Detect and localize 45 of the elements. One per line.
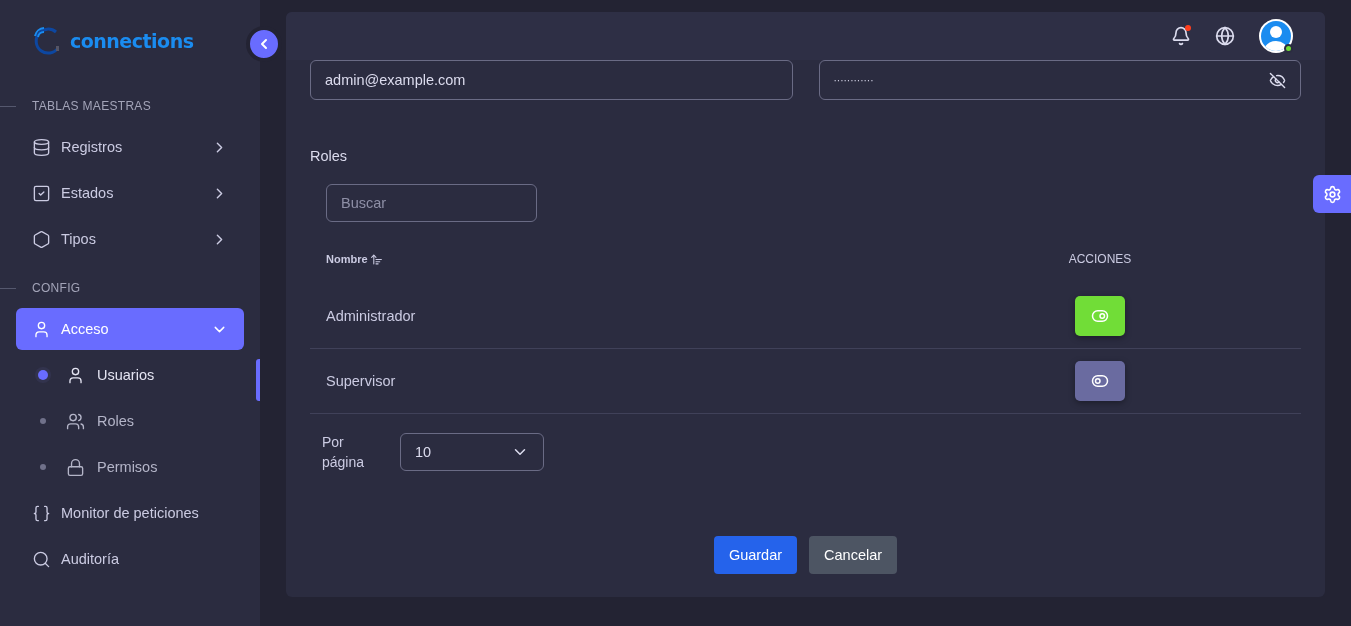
logo-text: connections [70,30,194,52]
section-title: CONFIG [32,281,81,295]
bell-icon[interactable] [1171,26,1191,46]
menu-item[interactable]: Auditoría [16,538,244,580]
section-title: TABLAS MAESTRAS [32,99,151,113]
per-page-select[interactable]: 10 [400,433,544,471]
user-icon [32,319,51,339]
submenu-item[interactable]: Permisos [16,446,244,488]
globe-icon[interactable] [1215,26,1235,46]
eye-off-icon[interactable] [1269,71,1286,89]
table-cell-text: Supervisor [326,373,397,389]
column-header: ACCIONES [1067,252,1133,266]
search-icon [32,549,51,569]
toggle-button[interactable] [1075,296,1125,336]
menu-item[interactable]: Estados [16,172,244,214]
menu-item[interactable]: Monitor de peticiones [16,492,244,534]
toggle-off-icon [1091,372,1109,390]
per-page-label: Por página [322,433,366,472]
settings-button[interactable] [1313,175,1351,213]
menu-item[interactable]: Registros [16,126,244,168]
lock-icon [66,457,85,477]
section-title: Roles [310,148,349,164]
password-field[interactable]: ············ [818,60,1301,100]
hexagon-icon [32,229,51,249]
email-field[interactable]: admin@example.com [310,60,793,100]
menu-item[interactable]: Tipos [16,218,244,260]
table-cell-text: Administrador [326,308,417,324]
sort-icon [369,252,383,266]
database-icon [32,137,51,157]
settings-icon [1322,184,1342,204]
toggle-on-icon [1091,307,1109,325]
checkbox-icon [32,183,51,203]
braces-icon [32,503,51,523]
active-indicator [256,359,260,401]
submenu-item[interactable]: Usuarios [16,354,244,396]
toggle-button[interactable] [1075,361,1125,401]
save-button[interactable]: Guardar [713,536,798,574]
users-icon [66,411,85,431]
cancel-button[interactable]: Cancelar [809,536,898,574]
menu-item[interactable]: Acceso [16,308,244,350]
submenu-item[interactable]: Roles [16,400,244,442]
user-icon [66,365,85,385]
search-field[interactable]: Buscar [326,184,537,222]
avatar[interactable] [1259,19,1293,53]
column-header[interactable]: Nombre [326,252,1055,266]
